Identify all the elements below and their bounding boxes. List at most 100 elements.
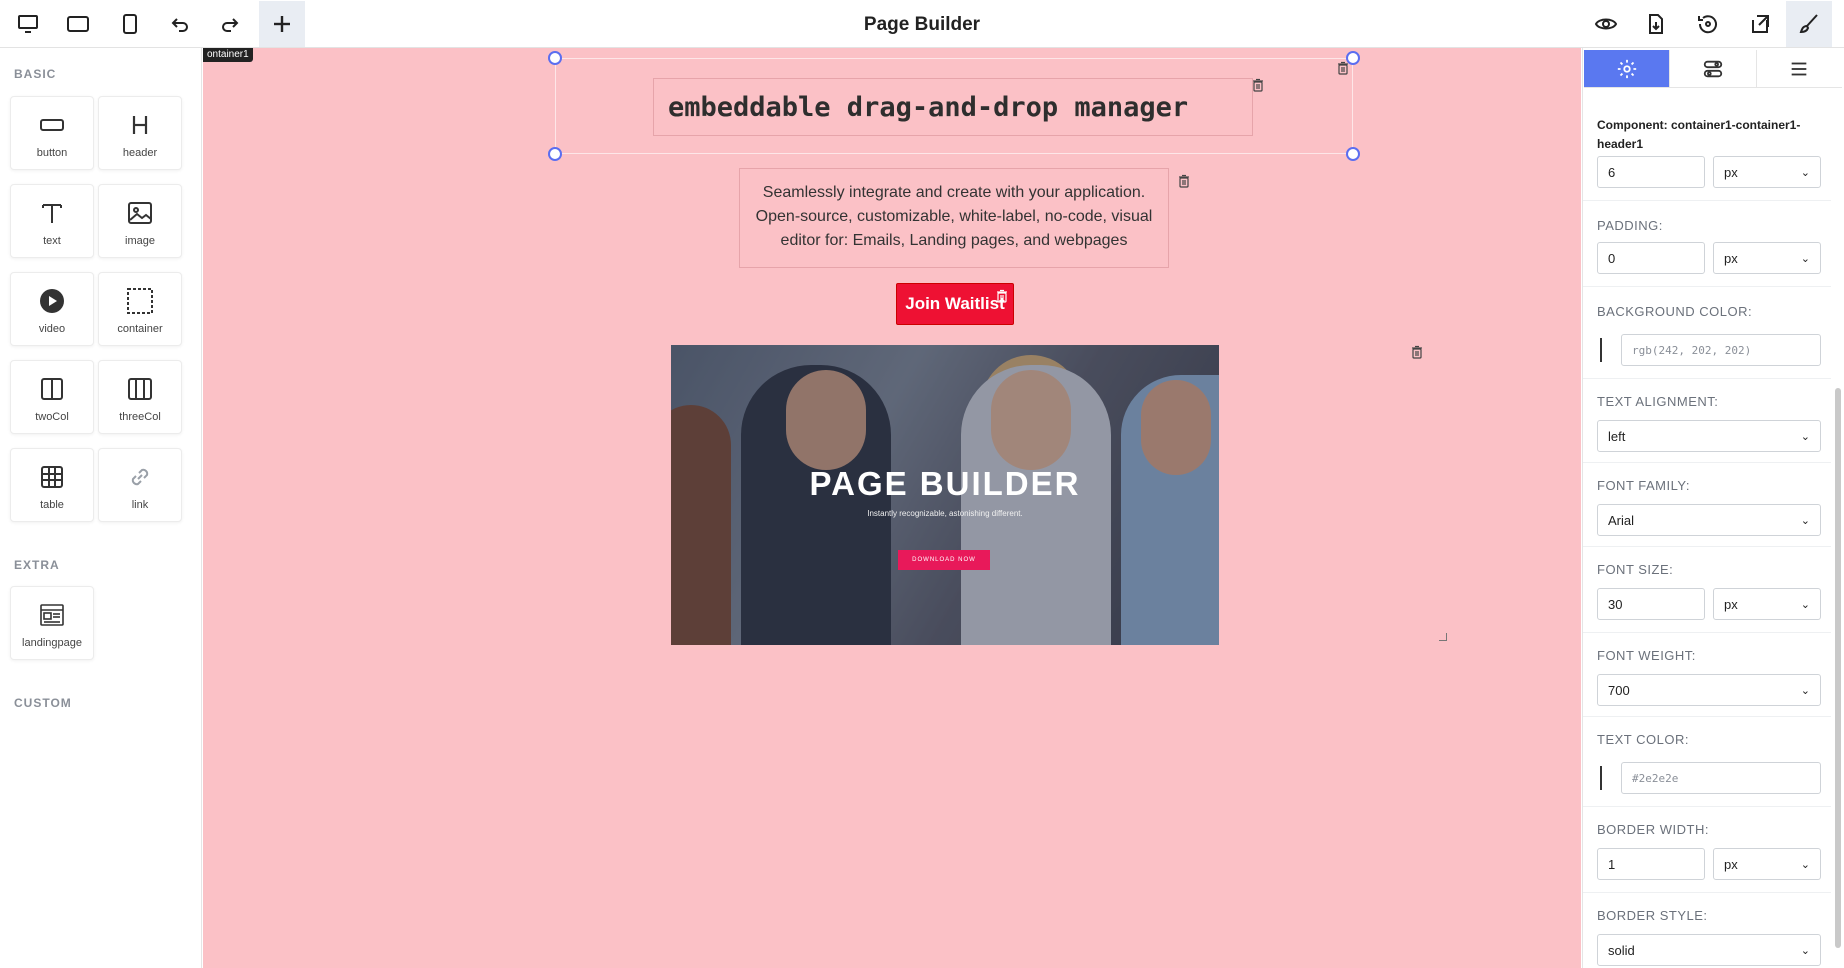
padding-unit-select[interactable]: px ⌄	[1713, 242, 1821, 274]
divider	[1583, 806, 1831, 807]
basic-section-title: BASIC	[14, 67, 57, 81]
block-button[interactable]: button	[10, 96, 94, 170]
background-color-swatch[interactable]	[1600, 338, 1602, 362]
hero-title: PAGE BUILDER	[809, 465, 1081, 502]
top-toolbar: Page Builder	[0, 0, 1844, 48]
button-icon	[40, 119, 64, 131]
header-text[interactable]: embeddable drag-and-drop manager	[668, 92, 1188, 123]
resize-handle-bottom-right[interactable]	[1346, 147, 1360, 161]
block-video[interactable]: video	[10, 272, 94, 346]
font-size-unit-value: px	[1724, 596, 1738, 612]
text-alignment-select[interactable]: left ⌄	[1597, 420, 1821, 452]
reset-icon[interactable]	[1690, 6, 1726, 42]
delete-header-icon[interactable]	[1251, 78, 1265, 92]
padding-value-input[interactable]: 0	[1597, 242, 1705, 274]
block-label: twoCol	[35, 411, 69, 423]
block-threecol[interactable]: threeCol	[98, 360, 182, 434]
delete-image-icon[interactable]	[1410, 345, 1424, 359]
divider	[1583, 716, 1831, 717]
text-icon	[42, 204, 62, 223]
border-width-input[interactable]: 1	[1597, 848, 1705, 880]
block-header[interactable]: header	[98, 96, 182, 170]
block-label: text	[43, 235, 61, 247]
delete-button-icon[interactable]	[995, 289, 1009, 303]
three-column-icon	[128, 378, 152, 400]
divider	[1583, 892, 1831, 893]
video-icon	[40, 289, 64, 313]
border-width-unit-select[interactable]: px ⌄	[1713, 848, 1821, 880]
two-column-icon	[41, 378, 63, 400]
divider	[1583, 286, 1831, 287]
text-component[interactable]: Seamlessly integrate and create with you…	[739, 168, 1169, 268]
hero-image[interactable]: PAGE BUILDER Instantly recognizable, ast…	[671, 345, 1219, 645]
margin-unit-select[interactable]: px ⌄	[1713, 156, 1821, 188]
padding-unit-value: px	[1724, 250, 1738, 266]
chevron-down-icon: ⌄	[1800, 430, 1810, 443]
padding-label: PADDING:	[1597, 218, 1663, 233]
layers-icon	[1703, 60, 1723, 77]
divider	[1583, 462, 1831, 463]
border-width-label: BORDER WIDTH:	[1597, 822, 1709, 837]
properties-panel: Component: container1-container1-header1…	[1582, 48, 1844, 968]
tab-settings[interactable]	[1584, 50, 1671, 87]
block-text[interactable]: text	[10, 184, 94, 258]
font-family-label: FONT FAMILY:	[1597, 478, 1690, 493]
font-size-input[interactable]: 30	[1597, 588, 1705, 620]
chevron-down-icon: ⌄	[1800, 252, 1810, 265]
font-family-select[interactable]: Arial ⌄	[1597, 504, 1821, 536]
block-image[interactable]: image	[98, 184, 182, 258]
delete-text-icon[interactable]	[1177, 174, 1191, 188]
block-label: image	[125, 235, 155, 247]
tab-menu[interactable]	[1757, 50, 1842, 87]
block-container[interactable]: container	[98, 272, 182, 346]
block-link[interactable]: link	[98, 448, 182, 522]
border-width-unit-value: px	[1724, 856, 1738, 872]
font-size-label: FONT SIZE:	[1597, 562, 1674, 577]
font-weight-select[interactable]: 700 ⌄	[1597, 674, 1821, 706]
font-weight-value: 700	[1608, 682, 1630, 698]
menu-icon	[1791, 62, 1807, 75]
block-label: container	[117, 323, 163, 335]
chevron-down-icon: ⌄	[1800, 858, 1810, 871]
paragraph-line: Seamlessly integrate and create with you…	[762, 184, 1146, 201]
tab-layers[interactable]	[1670, 50, 1757, 87]
chevron-down-icon: ⌄	[1800, 598, 1810, 611]
font-size-unit-select[interactable]: px ⌄	[1713, 588, 1821, 620]
block-label: threeCol	[119, 411, 161, 423]
image-resize-grip[interactable]	[1439, 633, 1447, 641]
blocks-panel: BASIC button header text image video con…	[0, 48, 202, 968]
component-breadcrumb[interactable]: ontainer1	[203, 48, 253, 62]
header-component[interactable]: embeddable drag-and-drop manager	[653, 78, 1253, 136]
eye-icon[interactable]	[1588, 6, 1624, 42]
resize-handle-bottom-left[interactable]	[548, 147, 562, 161]
delete-container-icon[interactable]	[1336, 61, 1350, 75]
editor-canvas[interactable]: ontainer1 embeddable drag-and-drop manag…	[203, 48, 1581, 968]
image-icon	[128, 202, 152, 224]
border-style-value: solid	[1608, 942, 1635, 958]
divider	[1583, 378, 1831, 379]
block-label: header	[122, 147, 158, 159]
margin-value-input[interactable]: 6	[1597, 156, 1705, 188]
border-style-label: BORDER STYLE:	[1597, 908, 1708, 923]
text-color-input[interactable]: #2e2e2e	[1621, 762, 1821, 794]
block-table[interactable]: table	[10, 448, 94, 522]
background-color-label: BACKGROUND COLOR:	[1597, 304, 1753, 319]
block-twocol[interactable]: twoCol	[10, 360, 94, 434]
heading-icon	[132, 116, 148, 134]
border-style-select[interactable]: solid ⌄	[1597, 934, 1821, 966]
chevron-down-icon: ⌄	[1800, 514, 1810, 527]
hero-download-button: DOWNLOAD NOW	[898, 550, 990, 570]
hero-subtitle: Instantly recognizable, astonishing diff…	[867, 509, 1023, 518]
properties-scrollbar[interactable]	[1835, 388, 1841, 948]
background-color-input[interactable]: rgb(242, 202, 202)	[1621, 334, 1821, 366]
text-color-swatch[interactable]	[1600, 766, 1602, 790]
download-icon[interactable]	[1638, 6, 1674, 42]
export-icon[interactable]	[1742, 6, 1778, 42]
custom-section-title: CUSTOM	[14, 696, 72, 710]
landingpage-icon	[40, 604, 64, 626]
resize-handle-top-left[interactable]	[548, 51, 562, 65]
panel-tabs	[1584, 50, 1842, 88]
style-manager-button[interactable]	[1786, 1, 1832, 47]
block-landingpage[interactable]: landingpage	[10, 586, 94, 660]
chevron-down-icon: ⌄	[1800, 944, 1810, 957]
